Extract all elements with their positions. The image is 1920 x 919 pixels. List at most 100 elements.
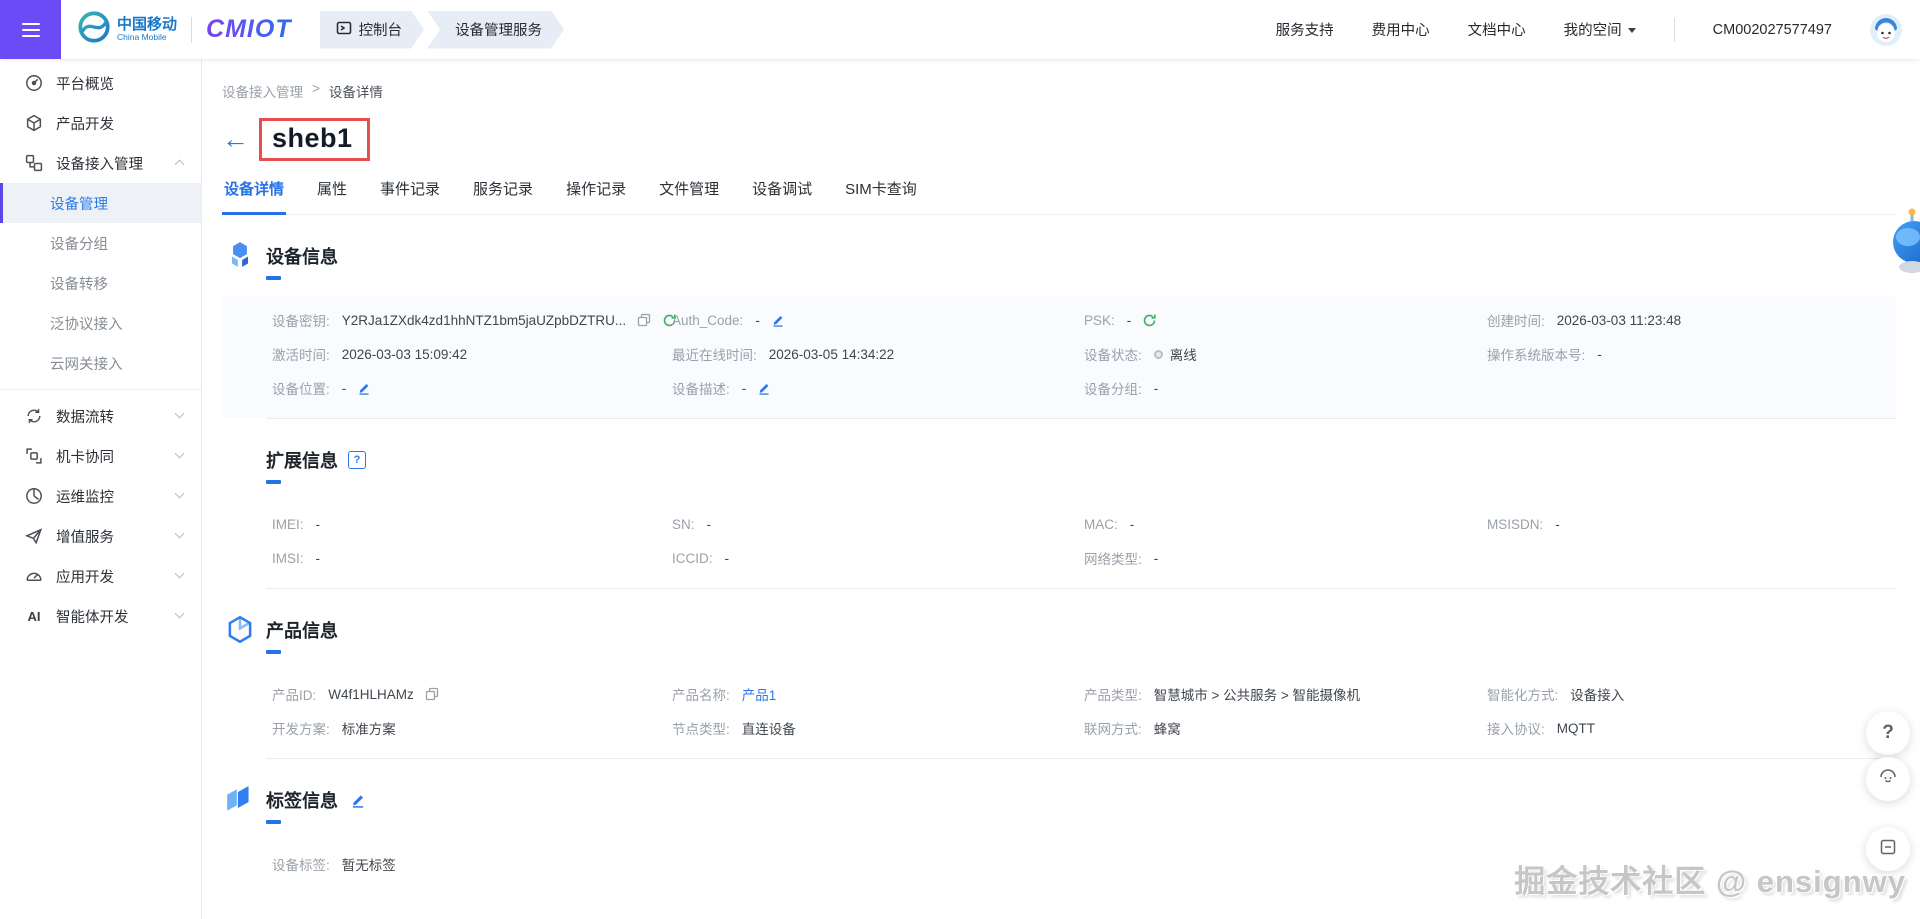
- edit-icon[interactable]: [350, 792, 366, 808]
- tab-operation-records[interactable]: 操作记录: [564, 174, 628, 215]
- section-title-underline: [266, 480, 281, 484]
- customer-service-icon: [1878, 767, 1898, 792]
- sidebar-item-ops-monitoring[interactable]: 运维监控: [0, 476, 201, 516]
- data-flow-icon: [25, 407, 43, 425]
- tab-file-management[interactable]: 文件管理: [657, 174, 721, 215]
- product-info-icon: [224, 614, 256, 646]
- vas-icon: [25, 527, 43, 545]
- watermark: 掘金技术社区 @ ensignwy: [1514, 864, 1906, 899]
- field-device-group: 设备分组: -: [1084, 380, 1159, 398]
- tag-info-icon: [224, 784, 256, 816]
- sidebar-item-cloud-gateway-access[interactable]: 云网关接入: [0, 343, 201, 383]
- topnav-divider: [1673, 17, 1675, 42]
- field-node-type: 节点类型: 直连设备: [672, 722, 796, 737]
- edit-icon[interactable]: [357, 381, 371, 395]
- chevron-down-icon: [174, 568, 185, 579]
- console-breadcrumb-tabs: 控制台 设备管理服务: [320, 11, 565, 49]
- sidebar-item-device-access-management[interactable]: 设备接入管理: [0, 143, 201, 183]
- field-os-version: 操作系统版本号: -: [1487, 346, 1602, 364]
- sidebar-item-sim-collaboration[interactable]: 机卡协同: [0, 436, 201, 476]
- account-id: CM002027577497: [1712, 21, 1832, 38]
- section-title-underline: [266, 820, 281, 824]
- section-title-underline: [266, 650, 281, 654]
- ai-icon: AI: [27, 608, 41, 624]
- sidebar-item-ai-agent-development[interactable]: AI 智能体开发: [0, 596, 201, 636]
- title-row: ← sheb1: [222, 118, 1896, 161]
- device-management-service-tab[interactable]: 设备管理服务: [427, 11, 564, 49]
- field-network-mode: 联网方式: 蜂窝: [1084, 722, 1181, 737]
- help-fab-button[interactable]: ?: [1866, 711, 1910, 755]
- sidebar-item-data-flow[interactable]: 数据流转: [0, 396, 201, 436]
- sidebar-item-value-added-services[interactable]: 增值服务: [0, 516, 201, 556]
- tag-info-section-header: 标签信息: [222, 784, 1896, 824]
- field-imei: IMEI: -: [272, 516, 321, 532]
- section-title: 扩展信息: [266, 451, 338, 471]
- back-button[interactable]: ←: [222, 126, 249, 153]
- product-name-link[interactable]: 产品1: [742, 684, 777, 704]
- brand: 中国移动 China Mobile CMIOT: [77, 10, 292, 49]
- chevron-down-icon: [174, 408, 185, 419]
- chevron-down-icon: [174, 528, 185, 539]
- copy-icon[interactable]: [637, 313, 651, 327]
- caret-down-icon: [1627, 28, 1636, 33]
- overview-icon: [25, 74, 43, 92]
- tab-sim-query[interactable]: SIM卡查询: [843, 174, 919, 215]
- nav-doc-center[interactable]: 文档中心: [1468, 19, 1526, 40]
- sidebar-item-app-development[interactable]: 应用开发: [0, 556, 201, 596]
- sidebar-item-device-groups[interactable]: 设备分组: [0, 223, 201, 263]
- sidebar-item-product-development[interactable]: 产品开发: [0, 103, 201, 143]
- field-device-description: 设备描述: -: [672, 378, 1084, 398]
- annotation-red-box: sheb1: [259, 118, 370, 161]
- my-space-dropdown[interactable]: 我的空间: [1564, 19, 1636, 40]
- section-divider: [266, 758, 1896, 759]
- section-title: 标签信息: [266, 791, 338, 811]
- breadcrumb-current: 设备详情: [328, 85, 383, 100]
- chevron-up-icon: [174, 159, 185, 170]
- copy-icon[interactable]: [425, 687, 439, 701]
- product-info-fields: 产品ID: W4f1HLHAMz 产品名称: 产品1 产品类型: 智慧城市 > …: [222, 670, 1896, 758]
- sidebar-item-platform-overview[interactable]: 平台概览: [0, 63, 201, 103]
- hamburger-menu-button[interactable]: [0, 0, 61, 59]
- status-badge: 离线: [1169, 348, 1197, 363]
- sidebar-item-device-transfer[interactable]: 设备转移: [0, 263, 201, 303]
- assistant-robot-mascot[interactable]: [1882, 204, 1920, 283]
- sidebar-item-device-management[interactable]: 设备管理: [0, 183, 201, 223]
- help-icon[interactable]: ?: [348, 451, 366, 469]
- page-title: sheb1: [272, 123, 353, 153]
- chevron-down-icon: [174, 608, 185, 619]
- china-mobile-logo-icon: [77, 10, 111, 49]
- tab-service-records[interactable]: 服务记录: [471, 174, 535, 215]
- section-title-underline: [266, 276, 281, 280]
- field-dev-plan: 开发方案: 标准方案: [272, 722, 396, 737]
- edit-icon[interactable]: [757, 381, 771, 395]
- console-tab[interactable]: 控制台: [320, 11, 425, 49]
- tab-properties[interactable]: 属性: [315, 174, 349, 215]
- app-dev-icon: [25, 567, 43, 585]
- device-info-section-header: 设备信息: [222, 240, 1896, 280]
- avatar[interactable]: [1870, 13, 1902, 46]
- section-title: 设备信息: [266, 247, 338, 267]
- field-device-status: 设备状态: 离线: [1084, 344, 1487, 364]
- nav-service-support[interactable]: 服务支持: [1276, 19, 1334, 40]
- main-content: 设备接入管理 > 设备详情 ← sheb1 设备详情 属性 事件记录 服务记录 …: [202, 59, 1920, 919]
- device-access-icon: [25, 154, 43, 172]
- field-created-time: 创建时间: 2026-03-03 11:23:48: [1487, 312, 1682, 330]
- tab-bar: 设备详情 属性 事件记录 服务记录 操作记录 文件管理 设备调试 SIM卡查询: [222, 174, 1896, 215]
- nav-billing-center[interactable]: 费用中心: [1372, 19, 1430, 40]
- tab-event-records[interactable]: 事件记录: [378, 174, 442, 215]
- breadcrumb-parent[interactable]: 设备接入管理: [222, 81, 303, 101]
- cmiot-logo: CMIOT: [206, 15, 292, 43]
- sidebar-item-pan-protocol-access[interactable]: 泛协议接入: [0, 303, 201, 343]
- field-device-tags: 设备标签: 暂无标签: [272, 858, 396, 873]
- device-info-fields: 设备密钥: Y2RJa1ZXdk4zd1hhNTZ1bm5jaUZpbDZTRU…: [222, 296, 1896, 418]
- device-info-icon: [224, 240, 256, 272]
- edit-icon[interactable]: [771, 313, 785, 327]
- customer-service-fab-button[interactable]: [1866, 757, 1910, 801]
- tab-device-details[interactable]: 设备详情: [222, 174, 287, 215]
- tab-device-debug[interactable]: 设备调试: [750, 174, 814, 215]
- refresh-icon[interactable]: [1142, 313, 1157, 328]
- breadcrumb: 设备接入管理 > 设备详情: [222, 59, 1896, 101]
- field-msisdn: MSISDN: -: [1487, 516, 1560, 532]
- field-last-online-time: 最近在线时间: 2026-03-05 14:34:22: [672, 346, 895, 364]
- ops-monitor-icon: [25, 487, 43, 505]
